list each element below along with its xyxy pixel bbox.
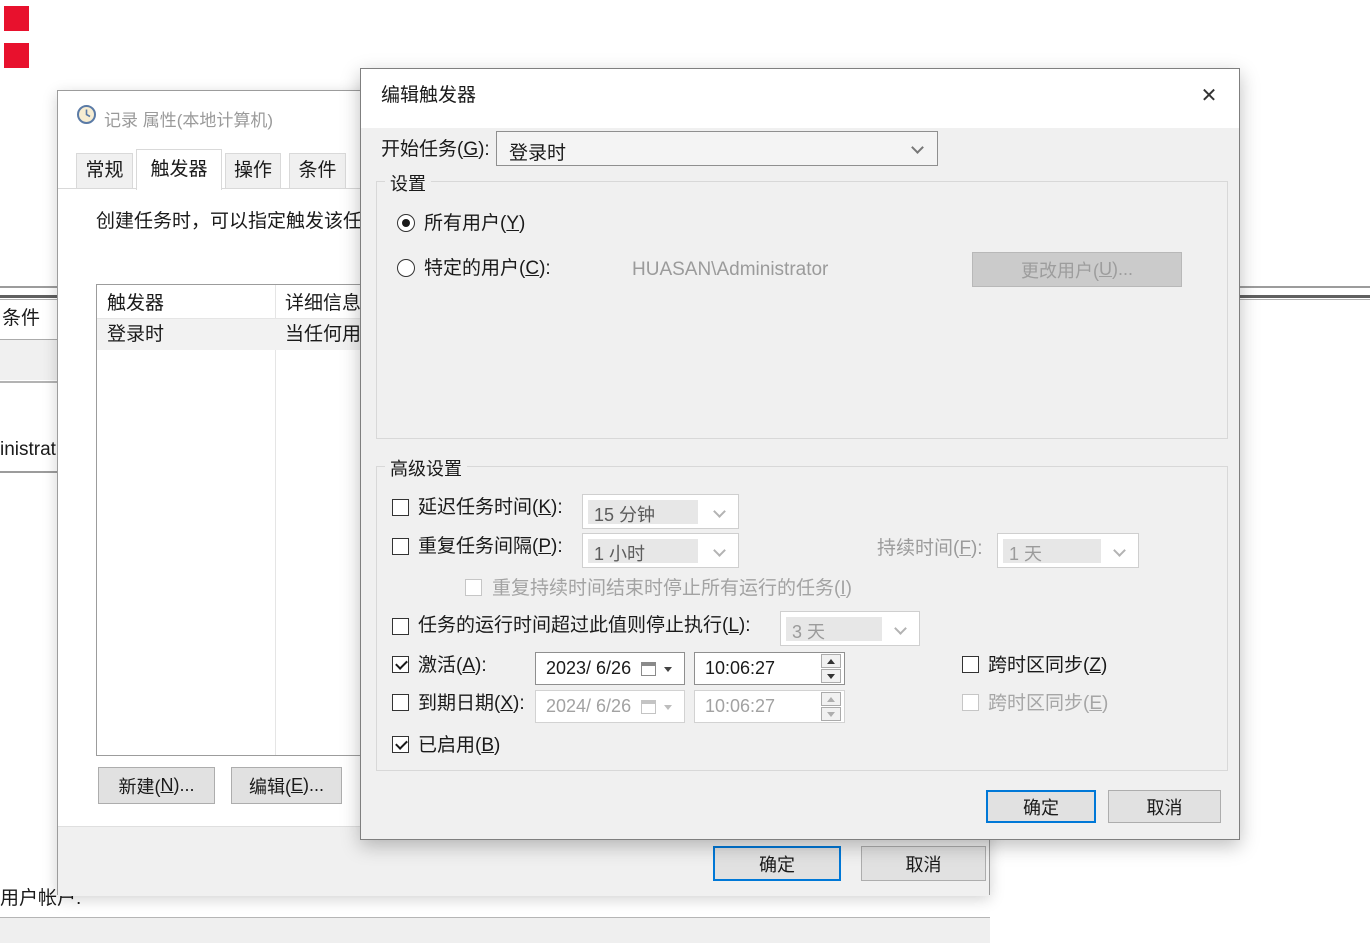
- background-text-fragment: inistrat: [0, 439, 56, 462]
- close-icon[interactable]: ✕: [1194, 81, 1224, 111]
- activate-checkbox[interactable]: [392, 656, 409, 673]
- divider: [0, 471, 57, 473]
- expire-time-value: 10:06:27: [705, 696, 775, 717]
- chevron-down-icon: [713, 544, 726, 557]
- all-users-radio[interactable]: [397, 214, 415, 232]
- chevron-down-icon: [911, 141, 924, 154]
- specific-user-value: HUASAN\Administrator: [632, 259, 828, 282]
- spinner-down-button[interactable]: [821, 669, 841, 683]
- tab-conditions[interactable]: 条件: [289, 153, 346, 189]
- column-header-trigger[interactable]: 触发器: [107, 293, 164, 316]
- red-marker: [4, 6, 29, 31]
- stop-long-value: 3 天: [792, 618, 825, 644]
- settings-group: 设置 所有用户(Y) 特定的用户(C): HUASAN\Administrato…: [376, 181, 1228, 439]
- chevron-down-icon: [894, 622, 907, 635]
- edit-trigger-dialog: 编辑触发器 ✕ 开始任务(G): 登录时 设置 所有用户(Y) 特定的用户(C)…: [360, 68, 1240, 840]
- all-users-label[interactable]: 所有用户(Y): [424, 213, 525, 236]
- caret-down-icon: [664, 667, 672, 672]
- stop-long-checkbox[interactable]: [392, 618, 409, 635]
- repeat-label[interactable]: 重复任务间隔(P):: [418, 536, 563, 559]
- activate-time-spinner[interactable]: 10:06:27: [694, 652, 845, 685]
- repeat-checkbox[interactable]: [392, 538, 409, 555]
- duration-combobox[interactable]: 1 天: [997, 533, 1139, 568]
- properties-ok-button[interactable]: 确定: [713, 846, 841, 881]
- background-tab-fragment[interactable]: 条件: [2, 308, 40, 331]
- spinner-up-button[interactable]: [821, 654, 841, 668]
- stop-long-label[interactable]: 任务的运行时间超过此值则停止执行(L):: [418, 615, 751, 638]
- new-trigger-button[interactable]: 新建(N)...: [98, 767, 215, 804]
- delay-combobox[interactable]: 15 分钟: [582, 494, 739, 529]
- stop-all-checkbox[interactable]: [465, 579, 482, 596]
- stop-all-label: 重复持续时间结束时停止所有运行的任务(I): [492, 578, 852, 601]
- calendar-icon: [641, 700, 656, 714]
- activate-label[interactable]: 激活(A):: [418, 655, 487, 678]
- dialog-titlebar: 编辑触发器 ✕: [361, 69, 1239, 129]
- enabled-label[interactable]: 已启用(B): [418, 735, 500, 758]
- sync-timezone-checkbox[interactable]: [962, 656, 979, 673]
- chevron-down-icon: [713, 505, 726, 518]
- duration-value: 1 天: [1009, 540, 1042, 566]
- expire-checkbox[interactable]: [392, 694, 409, 711]
- advanced-settings-group: 高级设置 延迟任务时间(K): 15 分钟 重复任务间隔(P): 1 小时 持续…: [376, 466, 1228, 771]
- advanced-group-label: 高级设置: [385, 455, 467, 481]
- spinner-up-button[interactable]: [821, 692, 841, 706]
- background-strip: [0, 340, 57, 380]
- activate-time-value: 10:06:27: [705, 658, 775, 679]
- activate-date-value: 2023/ 6/26: [546, 658, 631, 679]
- caret-down-icon: [664, 705, 672, 710]
- delay-label[interactable]: 延迟任务时间(K):: [418, 497, 563, 520]
- dialog-title: 编辑触发器: [381, 85, 476, 108]
- specific-user-radio[interactable]: [397, 259, 415, 277]
- expire-time-spinner[interactable]: 10:06:27: [694, 690, 845, 723]
- dialog-ok-button[interactable]: 确定: [986, 790, 1096, 823]
- expire-label[interactable]: 到期日期(X):: [418, 693, 525, 716]
- delay-value: 15 分钟: [594, 501, 655, 527]
- change-user-button[interactable]: 更改用户(U)...: [972, 252, 1182, 287]
- repeat-value: 1 小时: [594, 540, 645, 566]
- enabled-checkbox[interactable]: [392, 736, 409, 753]
- sync-timezone-expire-label: 跨时区同步(E): [988, 693, 1108, 716]
- calendar-icon: [641, 662, 656, 676]
- begin-task-label: 开始任务(G):: [381, 139, 490, 162]
- delay-checkbox[interactable]: [392, 499, 409, 516]
- red-marker: [4, 43, 29, 68]
- dialog-cancel-button[interactable]: 取消: [1108, 790, 1221, 823]
- clock-icon: [76, 104, 97, 125]
- background-strip: [0, 918, 990, 943]
- begin-task-value: 登录时: [509, 138, 566, 165]
- repeat-combobox[interactable]: 1 小时: [582, 533, 739, 568]
- duration-label: 持续时间(F):: [877, 538, 983, 561]
- column-header-details[interactable]: 详细信息: [285, 293, 361, 316]
- tab-triggers[interactable]: 触发器: [136, 149, 222, 190]
- chevron-down-icon: [1113, 544, 1126, 557]
- properties-cancel-button[interactable]: 取消: [861, 846, 986, 881]
- expire-date-picker[interactable]: 2024/ 6/26: [535, 690, 685, 723]
- sync-timezone-expire-checkbox[interactable]: [962, 694, 979, 711]
- settings-group-label: 设置: [385, 170, 431, 196]
- stop-long-combobox[interactable]: 3 天: [780, 611, 920, 646]
- divider: [0, 381, 57, 383]
- column-divider: [275, 285, 276, 755]
- activate-date-picker[interactable]: 2023/ 6/26: [535, 652, 685, 685]
- row-trigger-value: 登录时: [107, 324, 164, 347]
- specific-user-label[interactable]: 特定的用户(C):: [424, 258, 551, 281]
- properties-window-title: 记录 属性(本地计算机): [104, 106, 273, 131]
- screen: 条件 inistrat 用户帐户: 记录 属性(本地计算机) 常规 触发器 操作…: [0, 0, 1370, 943]
- begin-task-combobox[interactable]: 登录时: [496, 131, 938, 166]
- tab-general[interactable]: 常规: [76, 153, 133, 189]
- edit-trigger-button[interactable]: 编辑(E)...: [231, 767, 342, 804]
- sync-timezone-label[interactable]: 跨时区同步(Z): [988, 655, 1107, 678]
- tab-actions[interactable]: 操作: [225, 153, 281, 189]
- spinner-down-button[interactable]: [821, 707, 841, 721]
- expire-date-value: 2024/ 6/26: [546, 696, 631, 717]
